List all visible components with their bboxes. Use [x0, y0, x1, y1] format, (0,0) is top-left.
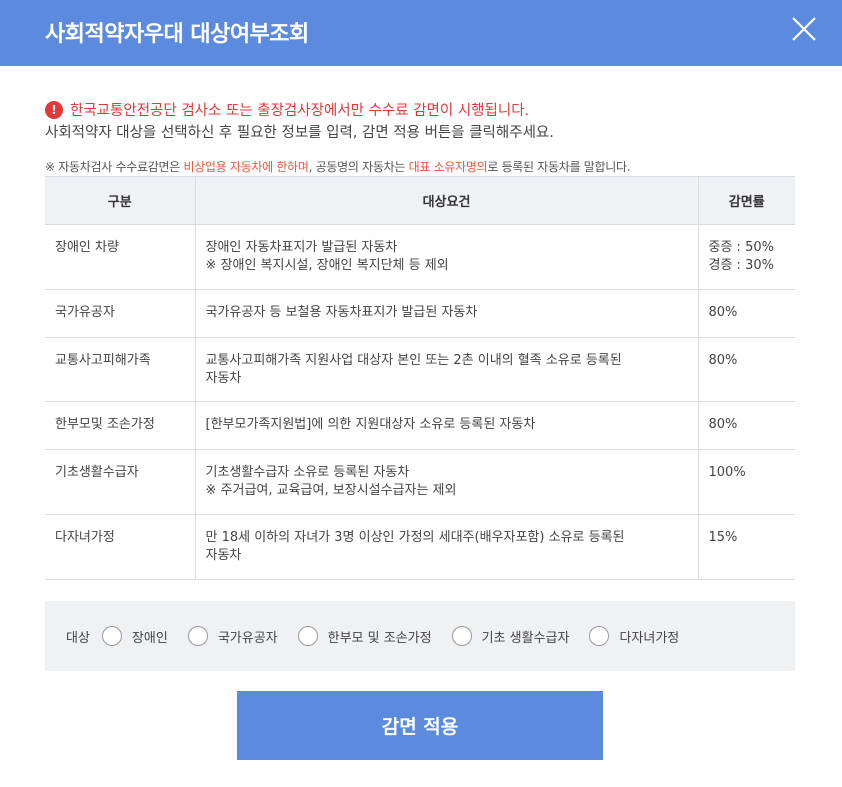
header-requirement: 대상요건: [194, 176, 698, 225]
row-category: 국가유공자: [45, 289, 195, 338]
notice-line: ! 한국교통안전공단 검사소 또는 출장검사장에서만 수수료 감면이 시행됩니다…: [45, 99, 529, 120]
row-category: 기초생활수급자: [45, 449, 195, 515]
table-row: 국가유공자 국가유공자 등 보철용 자동차표지가 발급된 자동차 80%: [45, 289, 795, 338]
target-label: 대상: [66, 630, 90, 646]
row-requirement: 장애인 자동차표지가 발급된 자동차 ※ 장애인 복지시설, 장애인 복지단체 …: [194, 224, 698, 290]
radio-national-merit[interactable]: 국가유공자: [187, 626, 278, 646]
radio-single-parent[interactable]: 한부모 및 조손가정: [297, 626, 432, 646]
header-category: 구분: [45, 176, 195, 225]
table-row: 장애인 차량 장애인 자동차표지가 발급된 자동차 ※ 장애인 복지시설, 장애…: [45, 224, 795, 290]
footnote-part1: ※ 자동차검사 수수료감면은: [45, 160, 184, 174]
radio-button[interactable]: [589, 626, 610, 646]
radio-basic-livelihood[interactable]: 기초 생활수급자: [451, 626, 570, 646]
table-row: 한부모및 조손가정 [한부모가족지원법]에 의한 지원대상자 소유로 등록된 자…: [45, 401, 795, 450]
footnote: ※ 자동차검사 수수료감면은 비상업용 자동차에 한하며, 공동명의 자동차는 …: [45, 158, 631, 175]
row-category: 다자녀가정: [45, 514, 195, 580]
dialog-header: 사회적약자우대 대상여부조회: [0, 0, 842, 66]
row-rate: 15%: [697, 514, 795, 580]
table-row: 교통사고피해가족 교통사고피해가족 지원사업 대상자 본인 또는 2촌 이내의 …: [45, 337, 795, 402]
exclamation-circle-icon: !: [45, 100, 63, 119]
radio-button[interactable]: [297, 626, 318, 646]
row-category: 교통사고피해가족: [45, 337, 195, 402]
row-rate: 80%: [697, 401, 795, 450]
radio-multi-child[interactable]: 다자녀가정: [589, 626, 679, 646]
radio-disabled[interactable]: 장애인: [101, 626, 168, 646]
row-rate: 80%: [697, 337, 795, 402]
footnote-highlight-1: 비상업용 자동차에 한하며: [183, 160, 309, 174]
apply-discount-button[interactable]: 감면 적용: [237, 691, 603, 760]
radio-label: 장애인: [131, 630, 168, 646]
row-rate: 100%: [697, 449, 795, 515]
row-requirement: 기초생활수급자 소유로 등록된 자동차 ※ 주거급여, 교육급여, 보장시설수급…: [194, 449, 698, 515]
row-requirement: 교통사고피해가족 지원사업 대상자 본인 또는 2촌 이내의 혈족 소유로 등록…: [194, 337, 698, 402]
radio-button[interactable]: [451, 626, 472, 646]
eligibility-table: 구분 대상요건 감면률 장애인 차량 장애인 자동차표지가 발급된 자동차 ※ …: [45, 176, 795, 580]
row-requirement: [한부모가족지원법]에 의한 지원대상자 소유로 등록된 자동차: [194, 401, 698, 450]
radio-button[interactable]: [101, 626, 122, 646]
row-rate: 80%: [697, 289, 795, 338]
row-requirement: 만 18세 이하의 자녀가 3명 이상인 가정의 세대주(배우자포함) 소유로 …: [194, 514, 698, 580]
table-header-row: 구분 대상요건 감면률: [45, 176, 795, 225]
row-category: 장애인 차량: [45, 224, 195, 290]
row-requirement: 국가유공자 등 보철용 자동차표지가 발급된 자동차: [194, 289, 698, 338]
radio-label: 기초 생활수급자: [481, 630, 570, 646]
target-selector: 대상 장애인 국가유공자 한부모 및 조손가정 기초 생활수급자 다자녀가정: [45, 601, 795, 671]
footnote-part2: , 공동명의 자동차는: [308, 160, 409, 174]
row-category: 한부모및 조손가정: [45, 401, 195, 450]
close-button[interactable]: [785, 10, 825, 50]
dialog-title: 사회적약자우대 대상여부조회: [45, 22, 309, 47]
table-row: 기초생활수급자 기초생활수급자 소유로 등록된 자동차 ※ 주거급여, 교육급여…: [45, 449, 795, 515]
radio-button[interactable]: [187, 626, 208, 646]
radio-label: 한부모 및 조손가정: [327, 630, 432, 646]
header-rate: 감면률: [697, 176, 795, 225]
row-rate: 중증 : 50% 경증 : 30%: [697, 224, 795, 290]
notice-text: 한국교통안전공단 검사소 또는 출장검사장에서만 수수료 감면이 시행됩니다.: [70, 103, 530, 119]
footnote-highlight-2: 대표 소유자명의: [408, 160, 488, 174]
radio-label: 다자녀가정: [619, 630, 680, 646]
footnote-part3: 로 등록된 자동차를 말합니다.: [487, 160, 631, 174]
radio-label: 국가유공자: [217, 630, 278, 646]
instruction-text: 사회적약자 대상을 선택하신 후 필요한 정보를 입력, 감면 적용 버튼을 클…: [45, 125, 554, 141]
close-icon: [792, 17, 816, 41]
table-row: 다자녀가정 만 18세 이하의 자녀가 3명 이상인 가정의 세대주(배우자포함…: [45, 514, 795, 580]
